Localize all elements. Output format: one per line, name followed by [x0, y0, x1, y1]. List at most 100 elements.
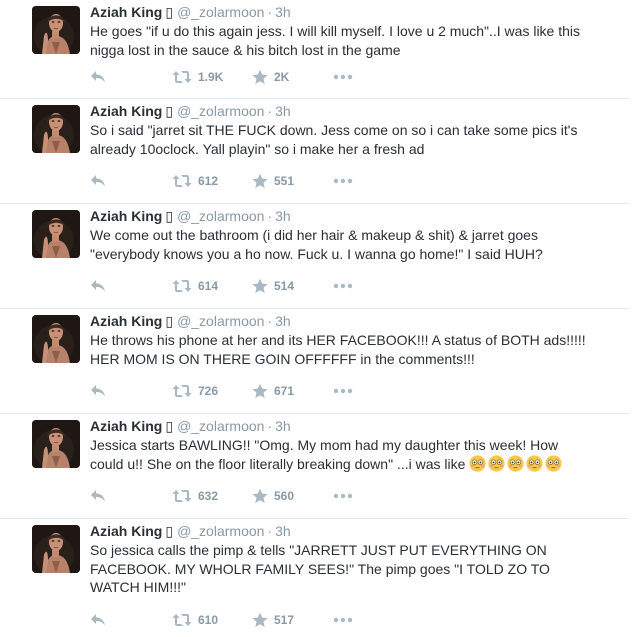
- retweet-button[interactable]: 1.9K: [172, 67, 223, 87]
- reply-icon: [90, 279, 106, 293]
- retweet-button[interactable]: 614: [172, 276, 218, 296]
- star-icon: [252, 488, 268, 504]
- tweet-header: Aziah King ▯ @_zolarmoon · 3h: [90, 417, 291, 435]
- tweet[interactable]: Aziah King ▯ @_zolarmoon · 3h He throws his …: [0, 309, 629, 414]
- favorite-button[interactable]: 560: [252, 486, 294, 506]
- retweet-button[interactable]: 726: [172, 381, 218, 401]
- retweet-count: 726: [198, 384, 219, 398]
- separator-dot: ·: [267, 418, 273, 434]
- more-dots-icon: [333, 74, 353, 80]
- tweet-actions: 610 517: [90, 610, 390, 630]
- tweet[interactable]: Aziah King ▯ @_zolarmoon · 3h He goes "if u …: [0, 0, 629, 99]
- retweet-button[interactable]: 612: [172, 171, 218, 191]
- more-button[interactable]: [333, 610, 353, 630]
- fullname[interactable]: Aziah King: [90, 313, 162, 329]
- more-dots-icon: [333, 617, 353, 623]
- timestamp[interactable]: 3h: [275, 4, 291, 20]
- timestamp[interactable]: 3h: [275, 418, 291, 434]
- tweet-header: Aziah King ▯ @_zolarmoon · 3h: [90, 3, 291, 21]
- flushed-face-emoji: [526, 454, 543, 472]
- retweet-button[interactable]: 632: [172, 486, 218, 506]
- reply-button[interactable]: [90, 610, 106, 630]
- verified-badge-glyph: ▯: [165, 418, 174, 434]
- tweet-actions: 612 551: [90, 171, 390, 191]
- avatar[interactable]: [32, 6, 80, 54]
- tweet-actions: 1.9K 2K: [90, 67, 390, 87]
- tweet[interactable]: Aziah King ▯ @_zolarmoon · 3h So jessica cal…: [0, 519, 629, 637]
- fullname[interactable]: Aziah King: [90, 4, 162, 20]
- avatar[interactable]: [32, 420, 80, 468]
- reply-button[interactable]: [90, 276, 106, 296]
- timestamp[interactable]: 3h: [275, 523, 291, 539]
- favorite-button[interactable]: 551: [252, 171, 294, 191]
- retweet-count: 632: [198, 489, 219, 503]
- timestamp[interactable]: 3h: [275, 208, 291, 224]
- retweet-button[interactable]: 610: [172, 610, 218, 630]
- tweet-text: He throws his phone at her and its HER F…: [90, 331, 595, 368]
- reply-button[interactable]: [90, 67, 106, 87]
- verified-badge-glyph: ▯: [165, 103, 174, 119]
- avatar[interactable]: [32, 210, 80, 258]
- reply-button[interactable]: [90, 381, 106, 401]
- more-button[interactable]: [333, 381, 353, 401]
- more-dots-icon: [333, 388, 353, 394]
- screen-name[interactable]: @_zolarmoon: [177, 208, 264, 224]
- tweet-text-content: He throws his phone at her and its HER F…: [90, 332, 586, 367]
- favorite-count: 560: [274, 489, 295, 503]
- avatar[interactable]: [32, 315, 80, 363]
- tweet[interactable]: Aziah King ▯ @_zolarmoon · 3h We come out th…: [0, 204, 629, 309]
- star-icon: [252, 173, 268, 189]
- more-dots-icon: [333, 493, 353, 499]
- screen-name[interactable]: @_zolarmoon: [177, 4, 264, 20]
- tweet-text-content: So i said "jarret sit THE FUCK down. Jes…: [90, 122, 578, 157]
- tweet-text: So jessica calls the pimp & tells "JARRE…: [90, 541, 595, 597]
- retweet-count: 612: [198, 174, 219, 188]
- reply-icon: [90, 613, 106, 627]
- retweet-icon: [172, 279, 192, 293]
- more-button[interactable]: [333, 67, 353, 87]
- avatar[interactable]: [32, 105, 80, 153]
- verified-badge-glyph: ▯: [165, 4, 174, 20]
- screen-name[interactable]: @_zolarmoon: [177, 523, 264, 539]
- fullname[interactable]: Aziah King: [90, 523, 162, 539]
- avatar[interactable]: [32, 525, 80, 573]
- screen-name[interactable]: @_zolarmoon: [177, 418, 264, 434]
- favorite-button[interactable]: 671: [252, 381, 294, 401]
- favorite-button[interactable]: 517: [252, 610, 294, 630]
- tweet-header: Aziah King ▯ @_zolarmoon · 3h: [90, 207, 291, 225]
- favorite-button[interactable]: 514: [252, 276, 294, 296]
- timestamp[interactable]: 3h: [275, 313, 291, 329]
- separator-dot: ·: [267, 4, 273, 20]
- tweet[interactable]: Aziah King ▯ @_zolarmoon · 3h So i said "jar…: [0, 99, 629, 204]
- screen-name[interactable]: @_zolarmoon: [177, 103, 264, 119]
- fullname[interactable]: Aziah King: [90, 103, 162, 119]
- verified-badge-glyph: ▯: [165, 208, 174, 224]
- more-button[interactable]: [333, 171, 353, 191]
- verified-badge-glyph: ▯: [165, 523, 174, 539]
- favorite-count: 671: [274, 384, 295, 398]
- separator-dot: ·: [267, 103, 273, 119]
- more-button[interactable]: [333, 486, 353, 506]
- more-dots-icon: [333, 178, 353, 184]
- tweet-actions: 726 671: [90, 381, 390, 401]
- reply-button[interactable]: [90, 171, 106, 191]
- retweet-icon: [172, 613, 192, 627]
- reply-button[interactable]: [90, 486, 106, 506]
- flushed-face-emoji: [488, 454, 505, 472]
- flushed-face-emoji: [507, 454, 524, 472]
- reply-icon: [90, 70, 106, 84]
- tweet[interactable]: Aziah King ▯ @_zolarmoon · 3h Jessica starts…: [0, 414, 629, 519]
- tweet-text-content: We come out the bathroom (i did her hair…: [90, 227, 543, 262]
- fullname[interactable]: Aziah King: [90, 208, 162, 224]
- separator-dot: ·: [267, 208, 273, 224]
- favorite-button[interactable]: 2K: [252, 67, 289, 87]
- timestamp[interactable]: 3h: [275, 103, 291, 119]
- screen-name[interactable]: @_zolarmoon: [177, 313, 264, 329]
- tweet-text: We come out the bathroom (i did her hair…: [90, 226, 595, 263]
- verified-badge-glyph: ▯: [165, 313, 174, 329]
- tweet-text: So i said "jarret sit THE FUCK down. Jes…: [90, 121, 595, 158]
- more-button[interactable]: [333, 276, 353, 296]
- flushed-face-emoji: [545, 454, 562, 472]
- retweet-icon: [172, 174, 192, 188]
- fullname[interactable]: Aziah King: [90, 418, 162, 434]
